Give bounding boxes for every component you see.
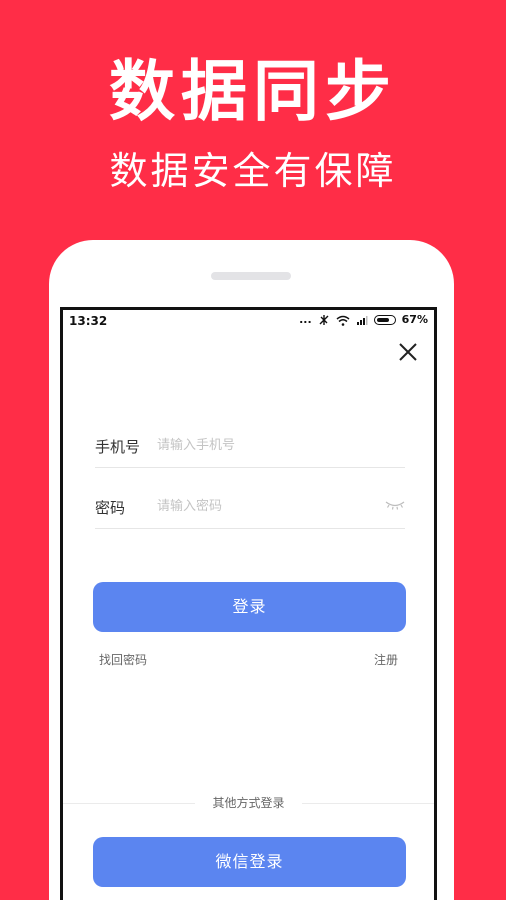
close-icon[interactable] [396,342,420,366]
forgot-password-link[interactable]: 找回密码 [99,651,147,668]
no-signal-icon [319,315,329,325]
cell-signal-icon [356,316,368,325]
login-button[interactable]: 登录 [93,582,406,632]
password-input[interactable] [157,493,377,519]
status-bar: 13:32 ... 67% [63,310,434,332]
subheadline: 数据安全有保障 [109,149,397,193]
more-dots-icon: ... [299,313,312,326]
phone-screen: 13:32 ... 67% 手机号 请输入手机号 密码 登录 找回密码 注册 其… [60,307,437,900]
password-label: 密码 [95,499,126,517]
phone-input[interactable] [157,432,377,458]
battery-percent: 67% [401,313,428,326]
headline: 数据同步 [109,53,397,130]
battery-icon [373,315,396,325]
phone-speaker [211,272,291,280]
password-field: 密码 [95,485,405,529]
status-icons: ... 67% [299,313,428,327]
phone-field: 手机号 [95,424,405,468]
wifi-icon [336,315,350,326]
wechat-login-button[interactable]: 微信登录 [93,837,406,887]
status-time: 13:32 [69,314,108,328]
phone-label: 手机号 [95,438,141,456]
register-link[interactable]: 注册 [374,651,398,668]
eye-closed-icon[interactable] [385,499,405,511]
other-login-methods-label: 其他方式登录 [212,796,285,810]
